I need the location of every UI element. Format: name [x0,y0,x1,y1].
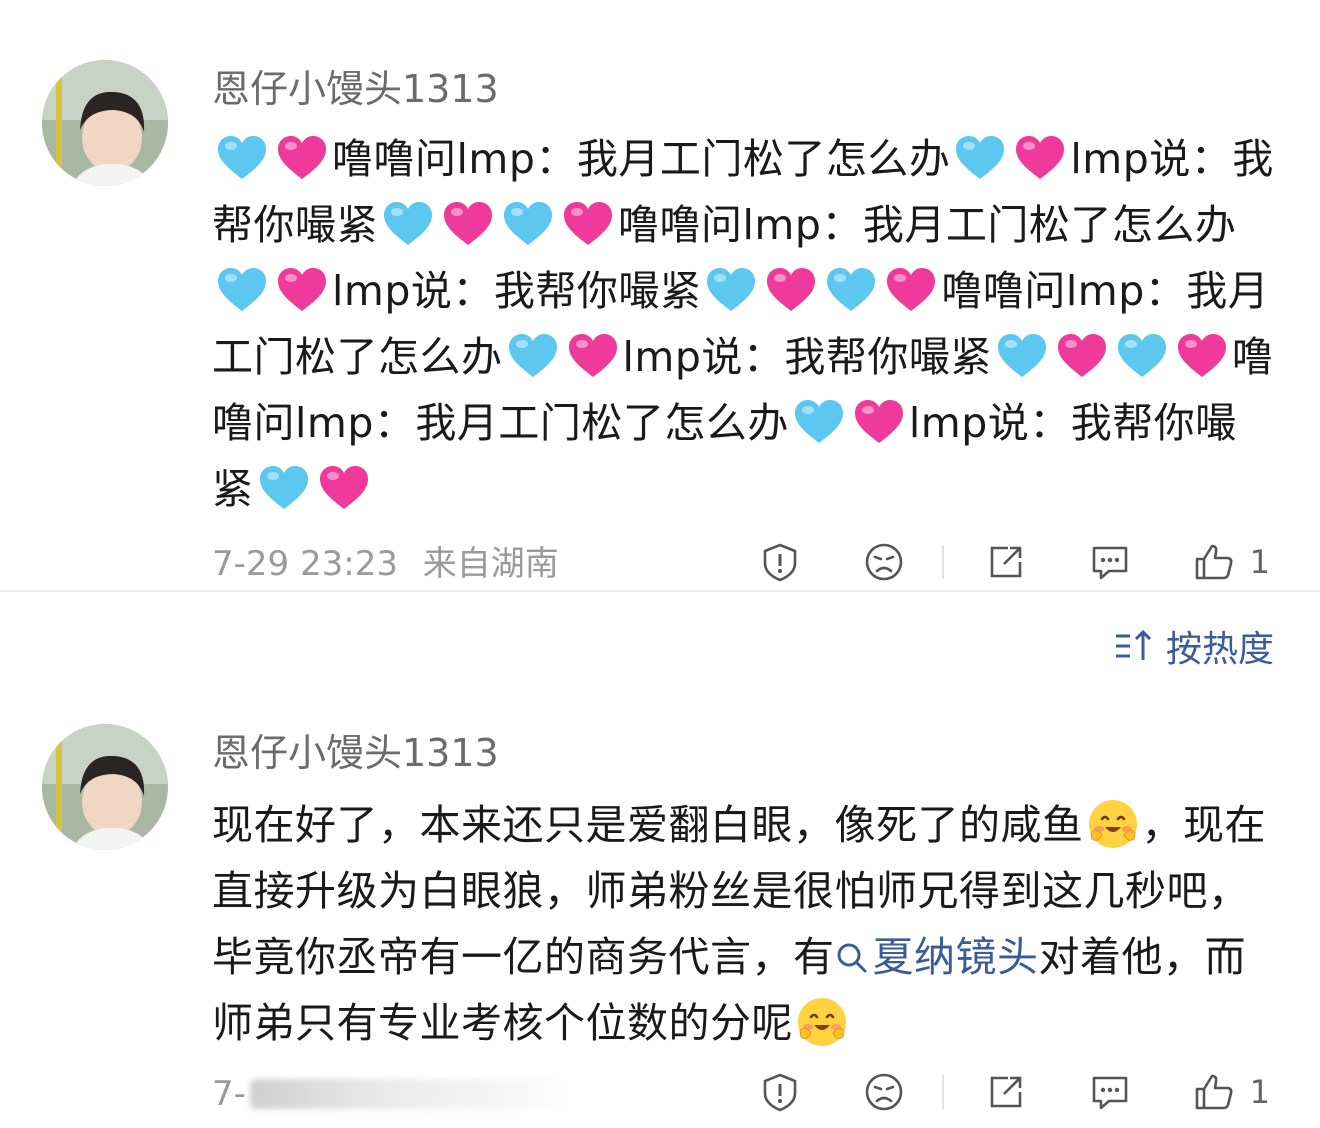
like-count: 1 [1249,1073,1270,1111]
blush-smile-emoji [798,998,846,1046]
report-icon[interactable] [758,1070,802,1114]
dislike-icon[interactable] [862,1070,906,1114]
topic-search-link[interactable]: 夏纳镜头 [835,933,1039,981]
comment-icon[interactable] [1088,1070,1132,1114]
blush-smile-emoji [1088,800,1137,848]
comment-text-fragment: 现在好了，本来还只是爱翻白眼，像死了的咸鱼 [212,801,1084,849]
comment-text: 现在好了，本来还只是爱翻白眼，像死了的咸鱼 ，现在直接升级为白眼狼，师弟粉丝是很怕… [212,792,1276,1056]
timestamp: 7- [212,1074,246,1114]
share-icon[interactable] [984,1070,1028,1114]
comment-2: 恩仔小馒头1313 现在好了，本来还只是爱翻白眼，像死了的咸鱼 ，现在直接升级为白… [0,0,1320,1128]
topic-search-link-label: 夏纳镜头 [872,933,1039,981]
search-icon [837,943,866,973]
divider [941,1075,944,1109]
username[interactable]: 恩仔小馒头1313 [212,728,499,778]
action-bar: 1 [758,1070,1270,1114]
blurred-meta [249,1079,570,1109]
avatar[interactable] [42,724,168,850]
comment-meta: 7- [212,1072,570,1116]
like-icon[interactable] [1192,1070,1236,1114]
